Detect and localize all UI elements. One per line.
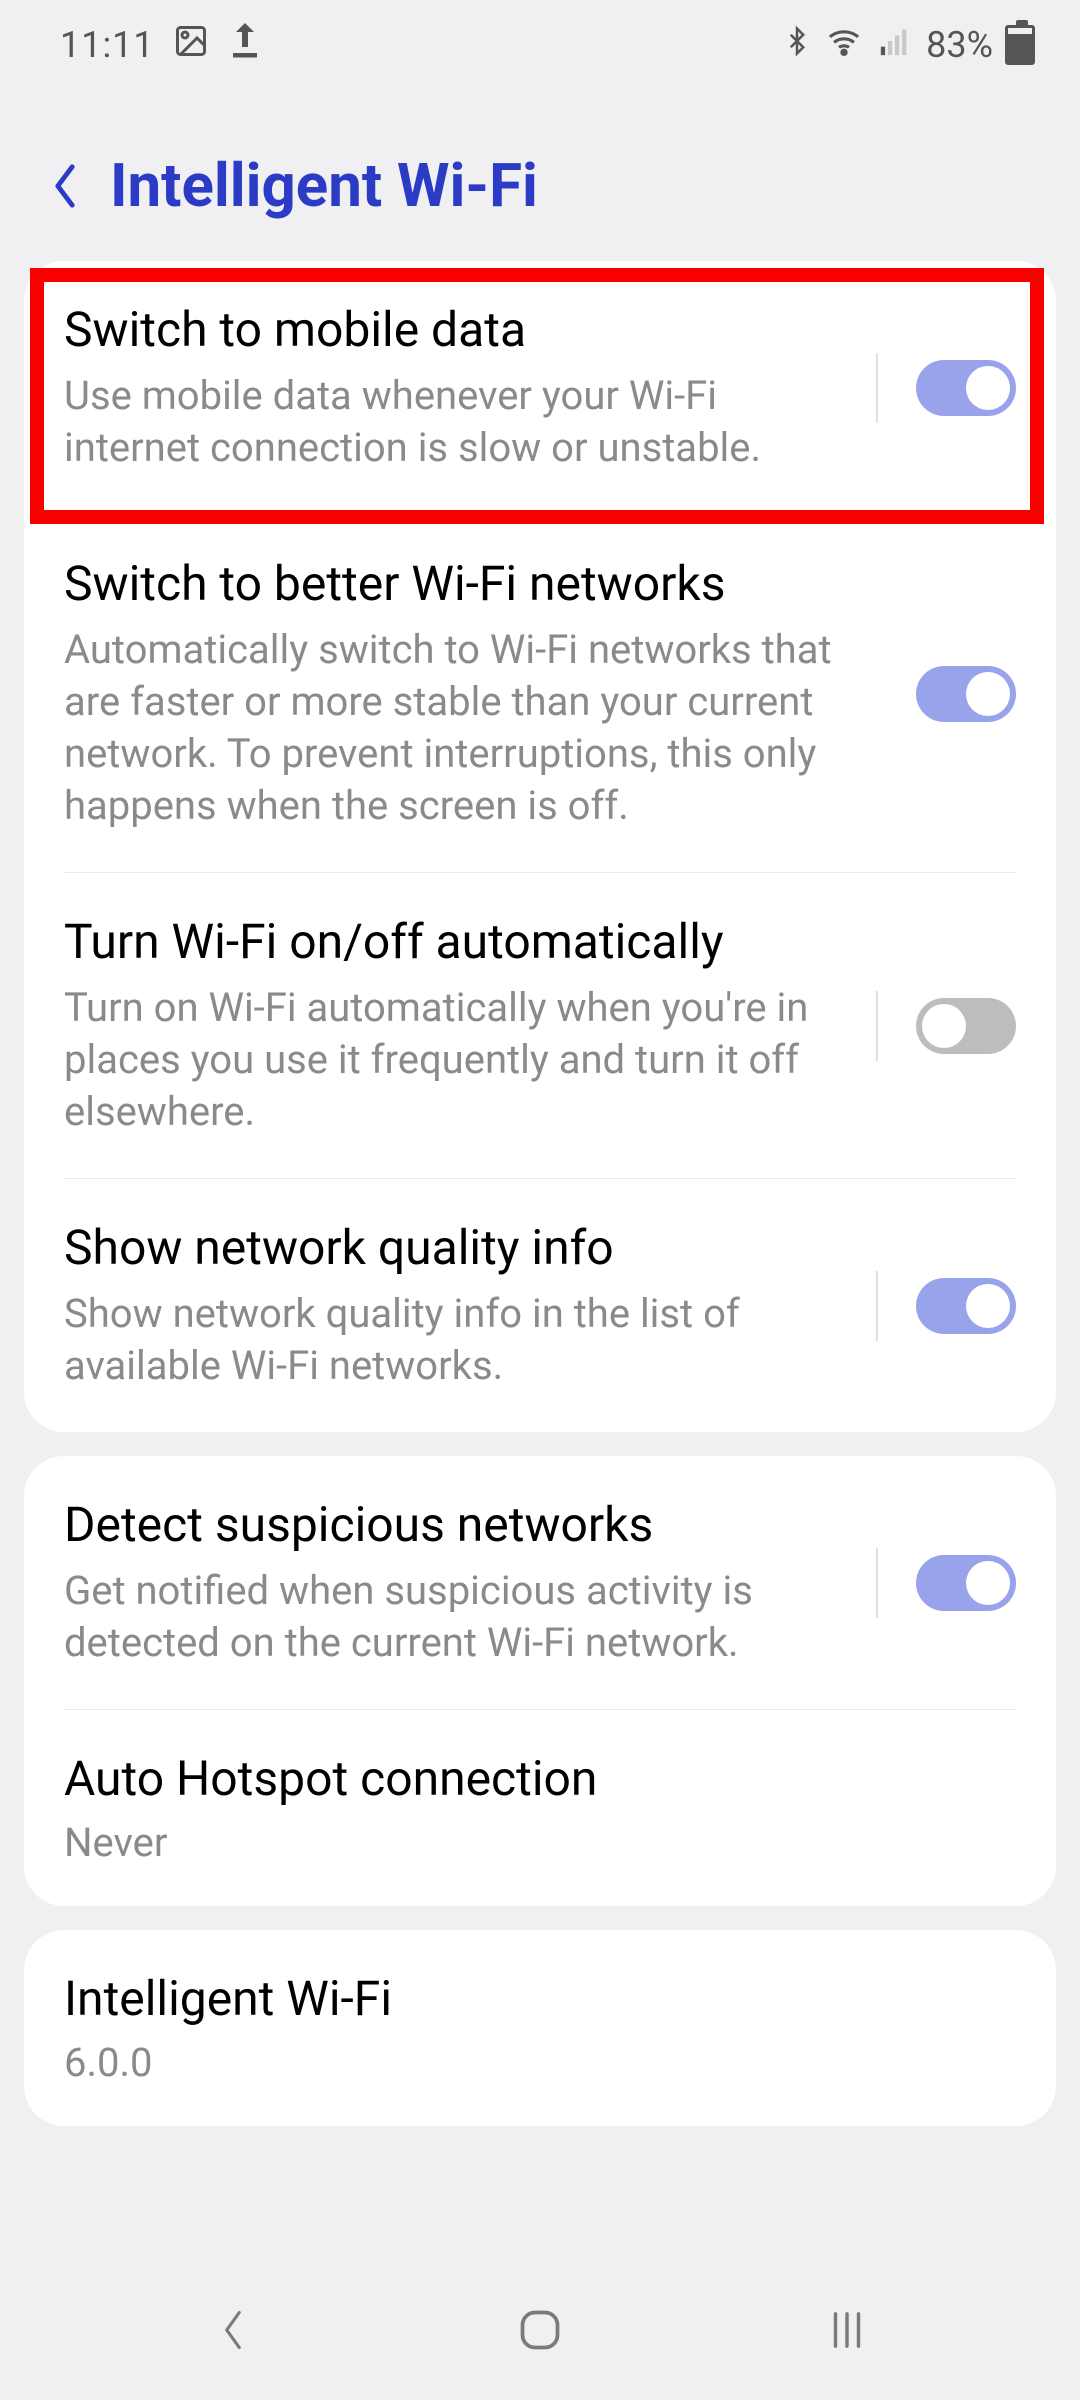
image-icon xyxy=(173,23,209,68)
item-desc: Use mobile data whenever your Wi-Fi inte… xyxy=(64,370,846,474)
nav-home-button[interactable] xyxy=(510,2300,570,2360)
status-left: 11:11 xyxy=(60,20,263,71)
back-button[interactable] xyxy=(50,162,80,210)
separator xyxy=(876,991,878,1061)
separator xyxy=(876,1271,878,1341)
upload-icon xyxy=(227,20,263,71)
toggle-auto-wifi-onoff[interactable] xyxy=(916,998,1016,1054)
item-title: Intelligent Wi-Fi xyxy=(64,1970,1016,2027)
item-value: 6.0.0 xyxy=(64,2039,1016,2086)
nav-recents-button[interactable] xyxy=(817,2300,877,2360)
toggle-network-quality[interactable] xyxy=(916,1278,1016,1334)
item-title: Switch to mobile data xyxy=(64,301,846,358)
settings-card-3: Intelligent Wi-Fi 6.0.0 xyxy=(24,1930,1056,2126)
wifi-icon xyxy=(824,24,864,67)
item-switch-better-wifi[interactable]: Switch to better Wi-Fi networks Automati… xyxy=(24,515,1056,872)
item-title: Show network quality info xyxy=(64,1219,846,1276)
item-desc: Automatically switch to Wi-Fi networks t… xyxy=(64,624,896,832)
item-auto-wifi-onoff[interactable]: Turn Wi-Fi on/off automatically Turn on … xyxy=(24,873,1056,1178)
settings-card-1: Switch to mobile data Use mobile data wh… xyxy=(24,261,1056,1432)
item-title: Detect suspicious networks xyxy=(64,1496,846,1553)
status-right: 83% xyxy=(782,22,1035,69)
separator xyxy=(876,353,878,423)
toggle-switch-better-wifi[interactable] xyxy=(916,666,1016,722)
item-network-quality[interactable]: Show network quality info Show network q… xyxy=(24,1179,1056,1432)
item-intelligent-wifi-version[interactable]: Intelligent Wi-Fi 6.0.0 xyxy=(24,1930,1056,2126)
page-title: Intelligent Wi-Fi xyxy=(110,150,538,221)
toggle-detect-suspicious[interactable] xyxy=(916,1555,1016,1611)
item-auto-hotspot[interactable]: Auto Hotspot connection Never xyxy=(24,1710,1056,1906)
item-title: Switch to better Wi-Fi networks xyxy=(64,555,896,612)
status-time: 11:11 xyxy=(60,24,155,66)
settings-card-2: Detect suspicious networks Get notified … xyxy=(24,1456,1056,1906)
item-switch-mobile-data[interactable]: Switch to mobile data Use mobile data wh… xyxy=(24,261,1056,514)
signal-icon xyxy=(876,24,914,67)
battery-icon xyxy=(1005,25,1035,65)
header: Intelligent Wi-Fi xyxy=(0,90,1080,261)
item-detect-suspicious[interactable]: Detect suspicious networks Get notified … xyxy=(24,1456,1056,1709)
bluetooth-icon xyxy=(782,22,812,69)
nav-back-button[interactable] xyxy=(203,2300,263,2360)
navigation-bar xyxy=(0,2260,1080,2400)
toggle-switch-mobile-data[interactable] xyxy=(916,360,1016,416)
item-title: Auto Hotspot connection xyxy=(64,1750,1016,1807)
status-bar: 11:11 83% xyxy=(0,0,1080,90)
item-desc: Get notified when suspicious activity is… xyxy=(64,1565,846,1669)
item-title: Turn Wi-Fi on/off automatically xyxy=(64,913,846,970)
item-value: Never xyxy=(64,1819,1016,1866)
battery-percent: 83% xyxy=(926,24,993,66)
item-desc: Show network quality info in the list of… xyxy=(64,1288,846,1392)
item-desc: Turn on Wi-Fi automatically when you're … xyxy=(64,982,846,1138)
separator xyxy=(876,1548,878,1618)
